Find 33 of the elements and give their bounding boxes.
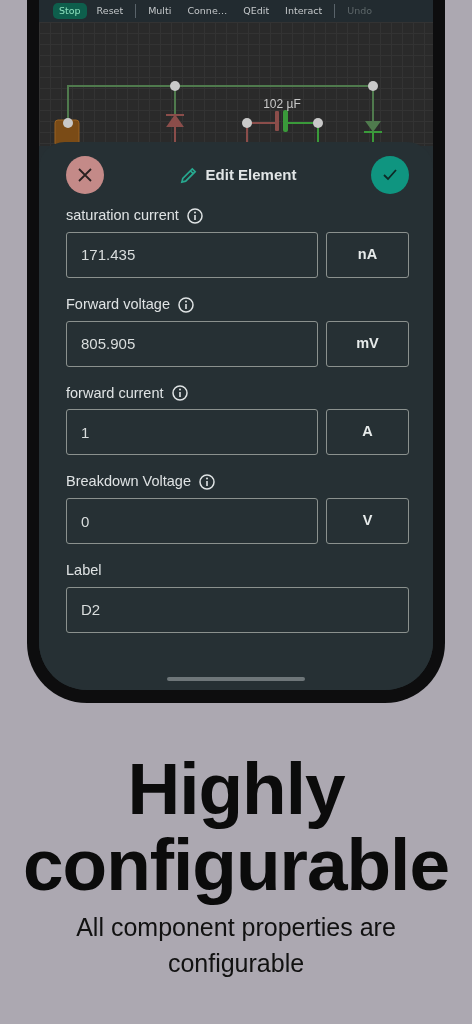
field-label: Label	[66, 561, 102, 580]
field-label: saturation current	[66, 206, 179, 225]
toolbar-button[interactable]: Multi	[142, 2, 178, 20]
info-icon[interactable]	[177, 296, 194, 313]
toolbar-button[interactable]: Stop	[53, 2, 87, 20]
close-button[interactable]	[66, 156, 104, 194]
subtitle: All component properties are configurable	[75, 912, 397, 979]
toolbar-button[interactable]: Reset	[90, 2, 130, 20]
input-field[interactable]: 1	[66, 409, 318, 456]
pencil-icon	[178, 165, 198, 185]
info-icon[interactable]	[186, 207, 203, 224]
input-field[interactable]: 171.435	[66, 231, 318, 278]
unit-selector[interactable]: nA	[326, 231, 409, 278]
close-icon	[77, 167, 93, 183]
input-field[interactable]: 0	[66, 498, 318, 544]
headline: Highly configurable	[21, 751, 450, 903]
input-field[interactable]: D2	[66, 586, 409, 633]
unit-selector[interactable]: A	[326, 409, 409, 456]
confirm-button[interactable]	[371, 156, 409, 194]
field-label: Forward voltage	[66, 294, 170, 314]
info-icon[interactable]	[171, 385, 188, 402]
toolbar-button[interactable]: Conne…	[181, 2, 234, 20]
field-label: forward current	[66, 383, 164, 403]
toolbar-button[interactable]: QEdit	[237, 2, 276, 20]
capacitor-label: 102 µF	[263, 97, 301, 111]
input-field[interactable]: 805.905	[66, 320, 318, 367]
check-icon	[382, 167, 398, 183]
field-label: Breakdown Voltage	[66, 472, 191, 492]
unit-selector[interactable]: mV	[326, 320, 409, 367]
info-icon[interactable]	[198, 474, 215, 491]
toolbar-button[interactable]: Interact	[279, 2, 329, 20]
dialog-title: Edit Element	[205, 164, 297, 185]
unit-selector[interactable]: V	[326, 498, 409, 544]
